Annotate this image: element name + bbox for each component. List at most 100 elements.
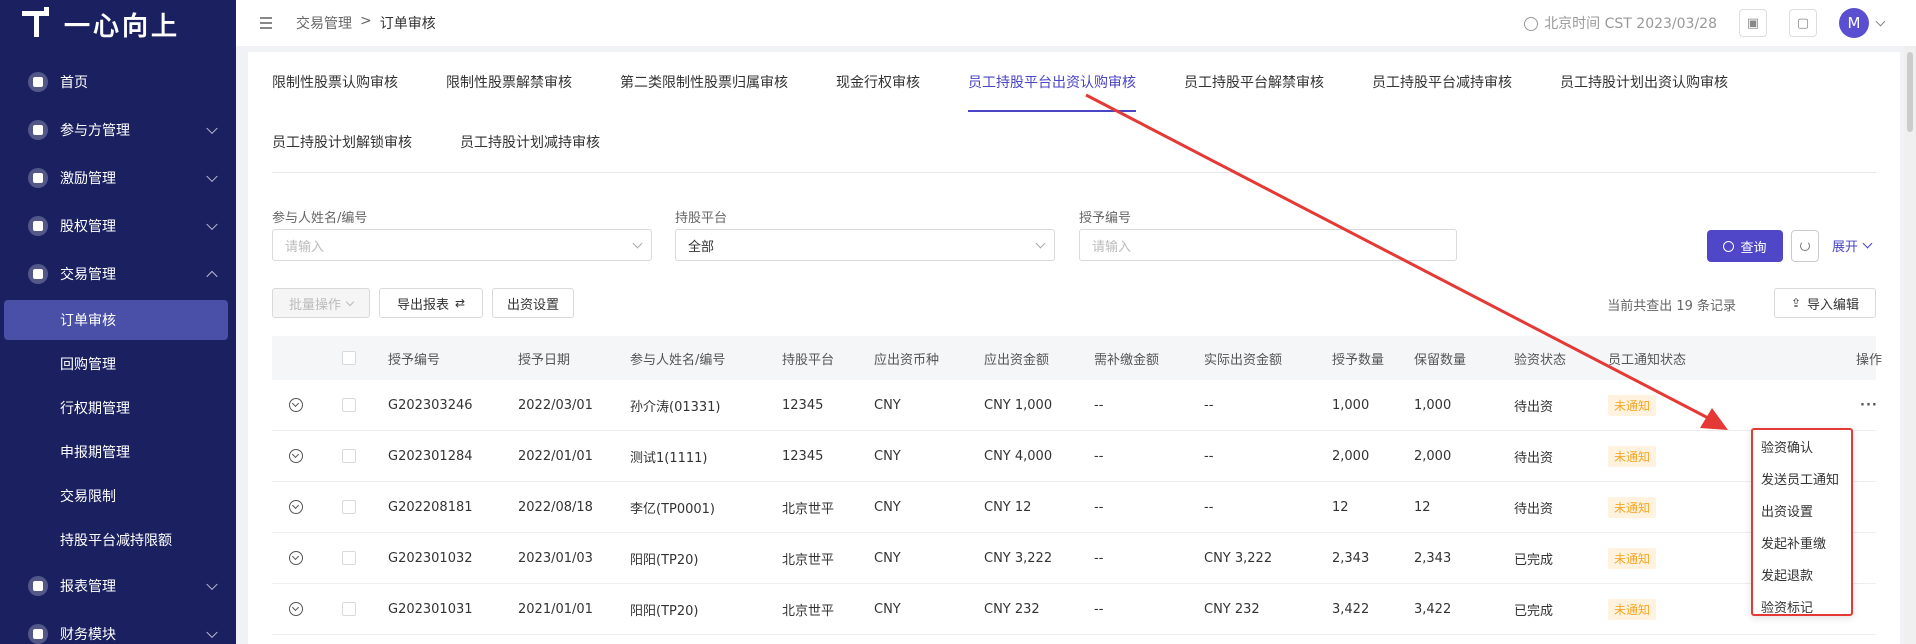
table-cell: 北京世平 [782, 603, 835, 619]
table-cell: CNY [874, 448, 901, 464]
col-header: 授予日期 [518, 352, 571, 368]
tab-plan-subscription[interactable]: 员工持股计划出资认购审核 [1560, 52, 1728, 112]
sidebar-subitem-declaration-period[interactable]: 申报期管理 [0, 430, 236, 474]
table-cell: CNY 1,000 [984, 397, 1053, 413]
platform-label: 持股平台 [675, 211, 728, 226]
sidebar-item-home[interactable]: 首页 [0, 58, 236, 106]
select-all-checkbox[interactable] [342, 351, 356, 365]
sidebar-item-equity[interactable]: 股权管理 [0, 202, 236, 250]
tab-cash-exercise[interactable]: 现金行权审核 [836, 52, 920, 112]
platform-value: 全部 [688, 239, 715, 255]
table-cell: 2,343 [1414, 550, 1452, 566]
platform-select[interactable]: 全部 [675, 229, 1055, 261]
table-header: 授予编号 授予日期 参与人姓名/编号 持股平台 应出资币种 应出资金额 需补缴金… [272, 336, 1882, 380]
menu-item-notify[interactable]: 发送员工通知 [1753, 462, 1851, 494]
export-button[interactable]: 导出报表 ⇄ [379, 288, 483, 318]
task-button[interactable]: ▣ [1739, 9, 1767, 37]
row-checkbox[interactable] [342, 602, 356, 616]
breadcrumb-parent[interactable]: 交易管理 [296, 13, 352, 33]
table-cell: 3,422 [1414, 601, 1452, 617]
expand-row-icon[interactable] [289, 449, 303, 463]
reset-button[interactable] [1791, 230, 1819, 262]
menu-fold-icon[interactable] [256, 17, 272, 29]
table-cell: -- [1204, 499, 1214, 515]
sidebar-item-incentive[interactable]: 激励管理 [0, 154, 236, 202]
query-button[interactable]: 查询 [1707, 230, 1783, 262]
col-header: 验资状态 [1514, 352, 1567, 368]
table-cell: CNY [874, 397, 901, 413]
tab-platform-reduction[interactable]: 员工持股平台减持审核 [1372, 52, 1512, 112]
row-action-menu: 验资确认 发送员工通知 出资设置 发起补重缴 发起退款 验资标记 [1751, 428, 1853, 616]
sidebar-item-trading[interactable]: 交易管理 [0, 250, 236, 298]
tab-class2-vesting[interactable]: 第二类限制性股票归属审核 [620, 52, 788, 112]
expand-row-icon[interactable] [289, 602, 303, 616]
batch-button[interactable]: 批量操作 [272, 288, 370, 318]
sidebar-subitem-buyback[interactable]: 回购管理 [0, 342, 236, 386]
tab-restricted-unlock[interactable]: 限制性股票解禁审核 [446, 52, 572, 112]
table-row[interactable]: G202301032 2023/01/03 阳阳(TP20) 北京世平 CNY CNY 3… [272, 533, 1876, 584]
logo[interactable]: 一心向上 [0, 0, 236, 48]
table-cell: CNY 4,000 [984, 448, 1053, 464]
tab-platform-unlock[interactable]: 员工持股平台解禁审核 [1184, 52, 1324, 112]
table-cell: CNY 3,222 [984, 550, 1053, 566]
avatar[interactable]: M [1839, 8, 1869, 38]
record-count: 当前共查出 19 条记录 [1607, 299, 1736, 314]
sidebar-subitem-trade-limit[interactable]: 交易限制 [0, 474, 236, 518]
menu-item-verify[interactable]: 验资确认 [1753, 430, 1851, 462]
table-row[interactable]: G202208181 2022/08/18 李亿(TP0001) 北京世平 CNY CNY… [272, 482, 1876, 533]
shirt-icon: ▢ [1796, 15, 1810, 31]
chevron-down-icon[interactable] [1875, 16, 1886, 26]
expand-row-icon[interactable] [289, 551, 303, 565]
table-cell: 北京世平 [782, 501, 835, 517]
sidebar-item-participants[interactable]: 参与方管理 [0, 106, 236, 154]
menu-item-fund-setting[interactable]: 出资设置 [1753, 494, 1851, 526]
grant-input[interactable]: 请输入 [1079, 229, 1457, 261]
sidebar-item-reports[interactable]: 报表管理 [0, 562, 236, 610]
sidebar-item-label: 激励管理 [60, 171, 116, 187]
more-actions-icon[interactable]: ··· [1860, 398, 1878, 413]
scrollbar[interactable] [1904, 46, 1916, 644]
expand-link[interactable]: 展开 [1832, 236, 1873, 255]
table-cell: 12345 [782, 397, 824, 413]
participant-select[interactable]: 请输入 [272, 229, 652, 261]
chevron-up-icon [206, 270, 218, 283]
table-cell: G202301032 [388, 550, 473, 566]
table-cell: 2023/01/03 [518, 550, 593, 566]
tab-plan-unlock[interactable]: 员工持股计划解锁审核 [272, 112, 412, 172]
table-cell: -- [1094, 601, 1104, 617]
notify-status-badge: 未通知 [1608, 445, 1657, 467]
expand-row-icon[interactable] [289, 500, 303, 514]
sidebar-item-finance[interactable]: 财务模块 [0, 610, 236, 644]
sidebar-subitem-order-review[interactable]: 订单审核 [4, 300, 228, 340]
sidebar-subitem-reduction-limit[interactable]: 持股平台减持限额 [0, 518, 236, 562]
table-cell: CNY 3,222 [1204, 550, 1273, 566]
table-cell: CNY 232 [984, 601, 1040, 617]
table-row[interactable]: G202301031 2021/01/01 阳阳(TP20) 北京世平 CNY CNY 2… [272, 584, 1876, 635]
table-cell: 12 [1414, 499, 1431, 515]
table-row[interactable]: G202303246 2022/03/01 孙介涛(01331) 12345 CNY CN… [272, 380, 1878, 431]
sidebar-item-label: 参与方管理 [60, 123, 130, 139]
incentive-icon [28, 168, 48, 188]
table-row[interactable]: G202301284 2022/01/01 测试1(1111) 12345 CNY CNY… [272, 431, 1876, 482]
tab-restricted-subscription[interactable]: 限制性股票认购审核 [272, 52, 398, 112]
row-checkbox[interactable] [342, 449, 356, 463]
chevron-down-icon [206, 122, 218, 135]
row-checkbox[interactable] [342, 398, 356, 412]
tab-plan-reduction[interactable]: 员工持股计划减持审核 [460, 112, 600, 172]
theme-button[interactable]: ▢ [1789, 9, 1817, 37]
menu-item-mark[interactable]: 验资标记 [1753, 590, 1851, 622]
import-button[interactable]: ⇪ 导入编辑 [1774, 288, 1876, 318]
col-header: 授予编号 [388, 352, 441, 368]
sidebar-subitem-label: 持股平台减持限额 [60, 533, 172, 549]
menu-item-repay[interactable]: 发起补重缴 [1753, 526, 1851, 558]
row-checkbox[interactable] [342, 551, 356, 565]
row-checkbox[interactable] [342, 500, 356, 514]
fund-setting-button[interactable]: 出资设置 [492, 288, 574, 318]
expand-row-icon[interactable] [289, 398, 303, 412]
table-cell: 已完成 [1514, 552, 1554, 568]
sidebar-subitem-exercise-period[interactable]: 行权期管理 [0, 386, 236, 430]
table-cell: CNY [874, 601, 901, 617]
menu-item-refund[interactable]: 发起退款 [1753, 558, 1851, 590]
col-header: 持股平台 [782, 352, 835, 368]
tab-platform-subscription[interactable]: 员工持股平台出资认购审核 [968, 52, 1136, 112]
